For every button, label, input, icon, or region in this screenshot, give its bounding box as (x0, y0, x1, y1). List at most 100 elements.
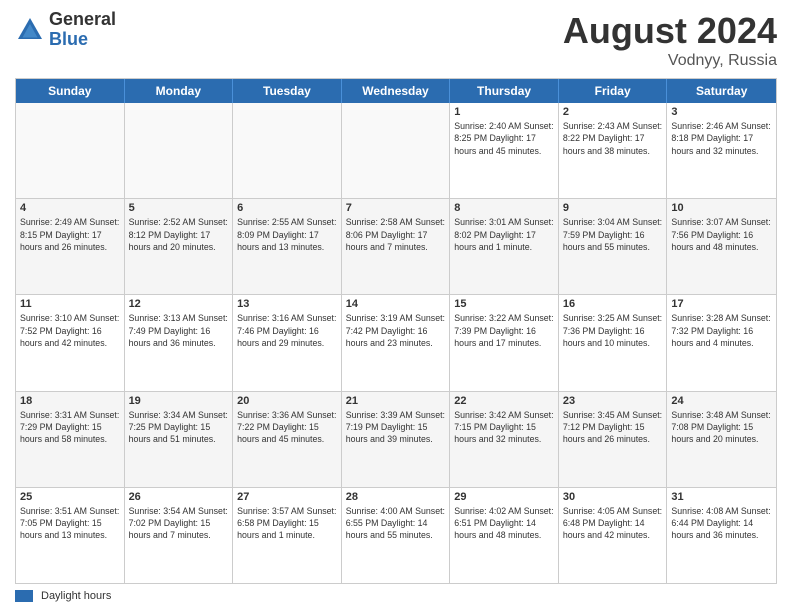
header-day-friday: Friday (559, 79, 668, 103)
day-number: 25 (20, 491, 120, 503)
day-info: Sunrise: 3:04 AM Sunset: 7:59 PM Dayligh… (563, 216, 663, 253)
cal-cell-14: 14Sunrise: 3:19 AM Sunset: 7:42 PM Dayli… (342, 295, 451, 390)
day-number: 1 (454, 106, 554, 118)
day-info: Sunrise: 3:22 AM Sunset: 7:39 PM Dayligh… (454, 312, 554, 349)
cal-cell-10: 10 Sunrise: 3:07 AM Sunset: 7:56 PM Dayli… (667, 199, 776, 294)
day-number: 10 (671, 202, 772, 214)
day-number: 15 (454, 298, 554, 310)
title-block: August 2024 Vodnyy, Russia (563, 10, 777, 70)
day-info: Sunrise: 4:05 AM Sunset: 6:48 PM Dayligh… (563, 505, 663, 542)
day-info: Sunrise: 2:46 AM Sunset: 8:18 PM Dayligh… (671, 120, 772, 157)
cal-cell-15: 15 Sunrise: 3:22 AM Sunset: 7:39 PM Dayli… (450, 295, 559, 390)
logo: General Blue (15, 10, 116, 50)
day-info: Sunrise: 3:42 AM Sunset: 7:15 PM Dayligh… (454, 409, 554, 446)
week-row-1: 1 Sunrise: 2:40 AM Sunset: 8:25 PM Daylig… (16, 103, 776, 199)
header-day-wednesday: Wednesday (342, 79, 451, 103)
cal-cell-7: 7 Sunrise: 2:58 AM Sunset: 8:06 PM Daylig… (342, 199, 451, 294)
title-month: August 2024 (563, 10, 777, 52)
day-number: 7 (346, 202, 446, 214)
day-info: Sunrise: 2:49 AM Sunset: 8:15 PM Dayligh… (20, 216, 120, 253)
cal-cell-28: 28 Sunrise: 4:00 AM Sunset: 6:55 PM Dayli… (342, 488, 451, 583)
day-number: 23 (563, 395, 663, 407)
cal-cell-empty-0-1 (125, 103, 234, 198)
day-info: Sunrise: 3:28 AM Sunset: 7:32 PM Dayligh… (671, 312, 772, 349)
day-number: 28 (346, 491, 446, 503)
cal-cell-22: 22Sunrise: 3:42 AM Sunset: 7:15 PM Dayli… (450, 392, 559, 487)
day-number: 16 (563, 298, 663, 310)
cal-cell-21: 21Sunrise: 3:39 AM Sunset: 7:19 PM Dayli… (342, 392, 451, 487)
cal-cell-12: 12 Sunrise: 3:13 AM Sunset: 7:49 PM Dayli… (125, 295, 234, 390)
day-number: 30 (563, 491, 663, 503)
cal-cell-27: 27Sunrise: 3:57 AM Sunset: 6:58 PM Dayli… (233, 488, 342, 583)
day-number: 14 (346, 298, 446, 310)
day-number: 19 (129, 395, 229, 407)
day-number: 26 (129, 491, 229, 503)
day-info: Sunrise: 2:58 AM Sunset: 8:06 PM Dayligh… (346, 216, 446, 253)
cal-cell-20: 20Sunrise: 3:36 AM Sunset: 7:22 PM Dayli… (233, 392, 342, 487)
logo-text: General Blue (49, 10, 116, 50)
day-info: Sunrise: 3:31 AM Sunset: 7:29 PM Dayligh… (20, 409, 120, 446)
day-info: Sunrise: 3:13 AM Sunset: 7:49 PM Dayligh… (129, 312, 229, 349)
cal-cell-16: 16 Sunrise: 3:25 AM Sunset: 7:36 PM Dayli… (559, 295, 668, 390)
cal-cell-1: 1 Sunrise: 2:40 AM Sunset: 8:25 PM Daylig… (450, 103, 559, 198)
day-number: 8 (454, 202, 554, 214)
day-info: Sunrise: 3:48 AM Sunset: 7:08 PM Dayligh… (671, 409, 772, 446)
cal-cell-8: 8 Sunrise: 3:01 AM Sunset: 8:02 PM Daylig… (450, 199, 559, 294)
cal-cell-4: 4 Sunrise: 2:49 AM Sunset: 8:15 PM Daylig… (16, 199, 125, 294)
daylight-swatch (15, 590, 33, 602)
header: General Blue August 2024 Vodnyy, Russia (15, 10, 777, 70)
cal-cell-5: 5Sunrise: 2:52 AM Sunset: 8:12 PM Daylig… (125, 199, 234, 294)
calendar: SundayMondayTuesdayWednesdayThursdayFrid… (15, 78, 777, 584)
header-day-tuesday: Tuesday (233, 79, 342, 103)
logo-icon (15, 15, 45, 45)
day-info: Sunrise: 2:40 AM Sunset: 8:25 PM Dayligh… (454, 120, 554, 157)
day-number: 11 (20, 298, 120, 310)
calendar-header: SundayMondayTuesdayWednesdayThursdayFrid… (16, 79, 776, 103)
cal-cell-24: 24 Sunrise: 3:48 AM Sunset: 7:08 PM Dayli… (667, 392, 776, 487)
cal-cell-9: 9 Sunrise: 3:04 AM Sunset: 7:59 PM Daylig… (559, 199, 668, 294)
cal-cell-11: 11 Sunrise: 3:10 AM Sunset: 7:52 PM Dayli… (16, 295, 125, 390)
logo-general: General (49, 10, 116, 30)
header-day-monday: Monday (125, 79, 234, 103)
day-info: Sunrise: 3:16 AM Sunset: 7:46 PM Dayligh… (237, 312, 337, 349)
week-row-2: 4 Sunrise: 2:49 AM Sunset: 8:15 PM Daylig… (16, 199, 776, 295)
day-number: 17 (671, 298, 772, 310)
footer: Daylight hours (15, 590, 777, 602)
cal-cell-empty-0-2 (233, 103, 342, 198)
cal-cell-18: 18Sunrise: 3:31 AM Sunset: 7:29 PM Dayli… (16, 392, 125, 487)
day-info: Sunrise: 2:52 AM Sunset: 8:12 PM Dayligh… (129, 216, 229, 253)
day-info: Sunrise: 4:00 AM Sunset: 6:55 PM Dayligh… (346, 505, 446, 542)
day-number: 21 (346, 395, 446, 407)
day-info: Sunrise: 3:57 AM Sunset: 6:58 PM Dayligh… (237, 505, 337, 542)
cal-cell-empty-0-3 (342, 103, 451, 198)
day-info: Sunrise: 3:54 AM Sunset: 7:02 PM Dayligh… (129, 505, 229, 542)
week-row-4: 18Sunrise: 3:31 AM Sunset: 7:29 PM Dayli… (16, 392, 776, 488)
day-info: Sunrise: 3:10 AM Sunset: 7:52 PM Dayligh… (20, 312, 120, 349)
day-info: Sunrise: 3:51 AM Sunset: 7:05 PM Dayligh… (20, 505, 120, 542)
day-info: Sunrise: 3:25 AM Sunset: 7:36 PM Dayligh… (563, 312, 663, 349)
day-info: Sunrise: 2:43 AM Sunset: 8:22 PM Dayligh… (563, 120, 663, 157)
logo-blue: Blue (49, 30, 116, 50)
day-number: 13 (237, 298, 337, 310)
day-info: Sunrise: 4:02 AM Sunset: 6:51 PM Dayligh… (454, 505, 554, 542)
cal-cell-17: 17 Sunrise: 3:28 AM Sunset: 7:32 PM Dayli… (667, 295, 776, 390)
cal-cell-29: 29 Sunrise: 4:02 AM Sunset: 6:51 PM Dayli… (450, 488, 559, 583)
day-number: 6 (237, 202, 337, 214)
day-info: Sunrise: 3:01 AM Sunset: 8:02 PM Dayligh… (454, 216, 554, 253)
day-number: 29 (454, 491, 554, 503)
day-number: 9 (563, 202, 663, 214)
cal-cell-31: 31Sunrise: 4:08 AM Sunset: 6:44 PM Dayli… (667, 488, 776, 583)
day-info: Sunrise: 3:07 AM Sunset: 7:56 PM Dayligh… (671, 216, 772, 253)
day-info: Sunrise: 4:08 AM Sunset: 6:44 PM Dayligh… (671, 505, 772, 542)
day-number: 12 (129, 298, 229, 310)
cal-cell-19: 19Sunrise: 3:34 AM Sunset: 7:25 PM Dayli… (125, 392, 234, 487)
cal-cell-23: 23Sunrise: 3:45 AM Sunset: 7:12 PM Dayli… (559, 392, 668, 487)
cal-cell-empty-0-0 (16, 103, 125, 198)
calendar-body: 1 Sunrise: 2:40 AM Sunset: 8:25 PM Daylig… (16, 103, 776, 583)
footer-label: Daylight hours (41, 590, 111, 602)
cal-cell-26: 26 Sunrise: 3:54 AM Sunset: 7:02 PM Dayli… (125, 488, 234, 583)
day-number: 4 (20, 202, 120, 214)
cal-cell-13: 13 Sunrise: 3:16 AM Sunset: 7:46 PM Dayli… (233, 295, 342, 390)
day-info: Sunrise: 3:36 AM Sunset: 7:22 PM Dayligh… (237, 409, 337, 446)
day-number: 24 (671, 395, 772, 407)
